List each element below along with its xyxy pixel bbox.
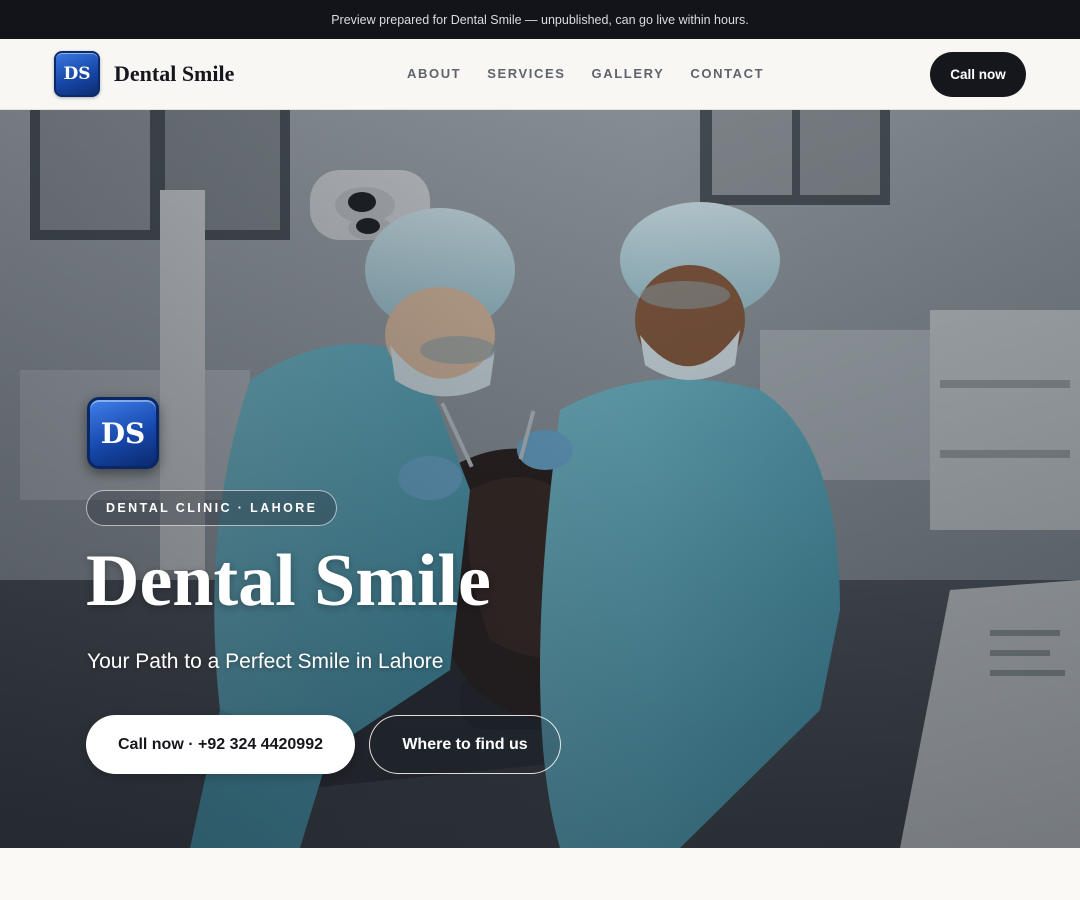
hero-location-badge: DENTAL CLINIC · LAHORE bbox=[86, 490, 338, 526]
logo-icon[interactable]: DS bbox=[54, 51, 100, 97]
header-call-button[interactable]: Call now bbox=[930, 52, 1026, 97]
nav-services[interactable]: SERVICES bbox=[487, 66, 565, 81]
hero-logo-icon: DS bbox=[87, 397, 159, 469]
nav-gallery[interactable]: GALLERY bbox=[592, 66, 665, 81]
hero-subtitle: Your Path to a Perfect Smile in Lahore bbox=[87, 650, 444, 673]
hero-title: Dental Smile bbox=[86, 540, 491, 622]
brand-name[interactable]: Dental Smile bbox=[114, 61, 234, 87]
nav-contact[interactable]: CONTACT bbox=[690, 66, 764, 81]
preview-banner: Preview prepared for Dental Smile — unpu… bbox=[0, 0, 1080, 39]
page-below-hero bbox=[0, 848, 1080, 900]
site-header: DS Dental Smile ABOUT SERVICES GALLERY C… bbox=[0, 39, 1080, 110]
hero-section: DS DENTAL CLINIC · LAHORE Dental Smile Y… bbox=[0, 110, 1080, 848]
hero-logo-monogram: DS bbox=[100, 416, 146, 450]
hero-directions-button[interactable]: Where to find us bbox=[369, 715, 561, 774]
logo-monogram: DS bbox=[63, 64, 91, 84]
preview-banner-text: Preview prepared for Dental Smile — unpu… bbox=[331, 12, 749, 27]
main-nav: ABOUT SERVICES GALLERY CONTACT bbox=[407, 66, 764, 81]
hero-call-button[interactable]: Call now · +92 324 4420992 bbox=[86, 715, 355, 774]
nav-about[interactable]: ABOUT bbox=[407, 66, 461, 81]
